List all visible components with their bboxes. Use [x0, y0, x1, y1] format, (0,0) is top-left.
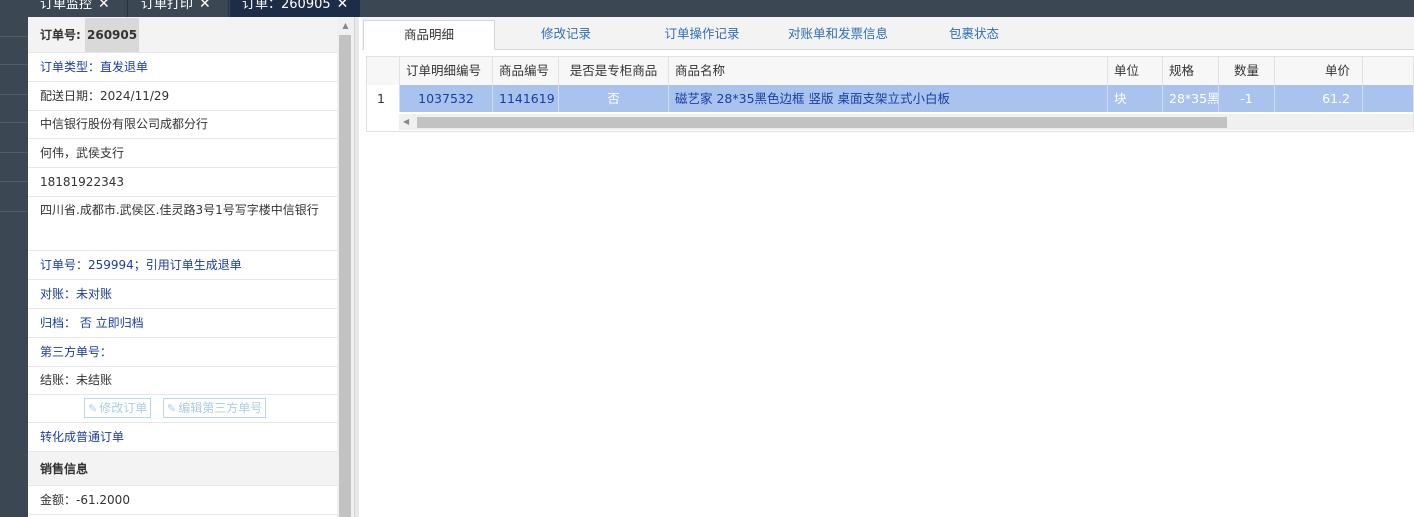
- scroll-left-icon[interactable]: ◀: [403, 114, 409, 130]
- edit-order-label: 修改订单: [99, 401, 148, 415]
- archive-status[interactable]: 归档： 否 立即归档: [28, 309, 337, 338]
- third-party-number: 第三方单号：: [28, 338, 337, 367]
- reference-order-link[interactable]: 订单号：259994；引用订单生成退单: [28, 251, 337, 280]
- order-number-label: 订单号:: [40, 28, 81, 42]
- grid-header[interactable]: 商品名称: [669, 57, 1108, 85]
- grid-header-index: [367, 57, 400, 85]
- grid-cell-filler: [1363, 85, 1413, 112]
- top-tab-label: 订单监控: [40, 0, 93, 12]
- detail-tab-bar: 商品明细 修改记录 订单操作记录 对账单和发票信息 包裹状态: [362, 17, 1414, 50]
- info-scrollbar[interactable]: ▲: [337, 17, 354, 517]
- grid-cell-product-id[interactable]: 1141619: [493, 85, 559, 112]
- nav-divider: [0, 64, 28, 65]
- close-icon[interactable]: ✕: [199, 0, 211, 11]
- company-name: 中信银行股份有限公司成都分行: [28, 110, 337, 139]
- nav-divider: [0, 181, 28, 182]
- scrollbar-thumb[interactable]: [417, 117, 1227, 128]
- grid-header[interactable]: 是否是专柜商品: [559, 57, 669, 85]
- nav-divider: [0, 94, 28, 95]
- grid-cell-detail-id[interactable]: 1037532: [400, 85, 493, 112]
- tab-package-status[interactable]: 包裹状态: [912, 20, 1036, 50]
- edit-order-button[interactable]: ✎ 修改订单: [84, 398, 152, 418]
- phone-number: 18181922343: [28, 168, 337, 197]
- top-tab-bar: 订单监控 ✕ 订单打印 ✕ 订单：260905 ✕: [0, 0, 1414, 17]
- nav-divider: [0, 152, 28, 153]
- grid-cell-product-name[interactable]: 磁艺家 28*35黑色边框 竖版 桌面支架立式小白板: [669, 85, 1108, 112]
- order-info-panel: 订单号: 260905 订单类型：直发退单 配送日期：2024/11/29 中信…: [28, 17, 337, 517]
- nav-divider: [0, 211, 28, 212]
- close-icon[interactable]: ✕: [337, 0, 349, 11]
- grid-cell-is-counter[interactable]: 否: [559, 85, 669, 112]
- contact-person: 何伟，武侯支行: [28, 139, 337, 168]
- edit-icon: ✎: [167, 402, 177, 415]
- scrollbar-thumb[interactable]: [339, 35, 351, 517]
- edit-icon: ✎: [88, 402, 98, 415]
- edit-third-party-label: 编辑第三方单号: [178, 401, 263, 415]
- grid-header[interactable]: 单位: [1108, 57, 1163, 85]
- grid-row-index: 1: [367, 85, 400, 112]
- grid-header[interactable]: 订单明细编号: [400, 57, 493, 85]
- left-nav-strip: [0, 17, 28, 517]
- grid-header[interactable]: 规格: [1163, 57, 1219, 85]
- delivery-date: 配送日期：2024/11/29: [28, 82, 337, 111]
- settle-status: 结账：未结账: [28, 366, 337, 395]
- order-type: 订单类型：直发退单: [28, 53, 337, 82]
- grid-cell-spec[interactable]: 28*35黑色边框: [1163, 85, 1219, 112]
- top-tab-order-monitor[interactable]: 订单监控 ✕: [28, 0, 128, 17]
- tab-modify-log[interactable]: 修改记录: [504, 20, 628, 50]
- convert-order-link[interactable]: 转化成普通订单: [28, 423, 337, 452]
- grid-header[interactable]: 商品编号: [493, 57, 559, 85]
- delivery-address: 四川省.成都市.武侯区.佳灵路3号1号写字楼中信银行: [28, 197, 337, 251]
- top-tab-label: 订单：260905: [242, 0, 331, 12]
- order-number-value: 260905: [85, 18, 140, 52]
- top-tab-label: 订单打印: [141, 0, 194, 12]
- panel-splitter[interactable]: [354, 17, 359, 517]
- action-buttons-row: ✎ 修改订单 ✎ 编辑第三方单号: [28, 394, 337, 423]
- tab-operation-log[interactable]: 订单操作记录: [640, 20, 764, 50]
- reconcile-status[interactable]: 对账：未对账: [28, 280, 337, 309]
- grid-cell-unit[interactable]: 块: [1108, 85, 1163, 112]
- nav-divider: [0, 122, 28, 123]
- top-tab-order-print[interactable]: 订单打印 ✕: [129, 0, 229, 17]
- grid-header[interactable]: 数量: [1219, 57, 1275, 85]
- scroll-up-icon[interactable]: ▲: [337, 17, 354, 34]
- top-tab-order-detail[interactable]: 订单：260905 ✕: [230, 0, 360, 17]
- nav-divider: [0, 36, 28, 37]
- sales-info-header: 销售信息: [28, 452, 337, 486]
- edit-third-party-button[interactable]: ✎ 编辑第三方单号: [163, 398, 267, 418]
- amount: 金额：-61.2000: [28, 486, 337, 515]
- grid-horizontal-scrollbar[interactable]: ◀: [399, 114, 1413, 130]
- grid-cell-price[interactable]: 61.2: [1275, 85, 1363, 112]
- tab-product-detail[interactable]: 商品明细: [363, 20, 495, 50]
- close-icon[interactable]: ✕: [98, 0, 110, 11]
- grid-header[interactable]: 单价: [1275, 57, 1363, 85]
- product-detail-grid: 订单明细编号 商品编号 是否是专柜商品 商品名称 单位 规格 数量 单价 1 1…: [366, 56, 1414, 132]
- tab-statement-invoice[interactable]: 对账单和发票信息: [776, 20, 900, 50]
- grid-cell-qty[interactable]: -1: [1219, 85, 1275, 112]
- grid-header-filler: [1363, 57, 1413, 85]
- order-number-row: 订单号: 260905: [28, 17, 337, 53]
